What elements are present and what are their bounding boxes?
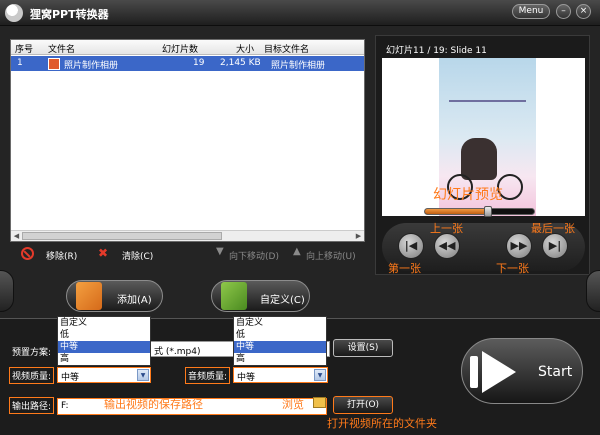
file-list[interactable]: 序号 文件名 幻灯片数 大小 目标文件名 1 照片制作相册 19 2,145 K… — [10, 39, 365, 242]
close-button[interactable]: × — [576, 4, 591, 19]
chevron-down-icon[interactable]: ▼ — [314, 369, 326, 381]
next-slide-button[interactable]: ▶▶ — [506, 233, 532, 259]
custom-button-label: 自定义(C) — [260, 295, 305, 306]
scroll-right-icon[interactable]: ▶ — [353, 231, 364, 241]
menu-button[interactable]: Menu — [512, 4, 550, 19]
browse-button[interactable]: 浏览 — [282, 396, 304, 412]
scroll-left-icon[interactable]: ◀ — [11, 231, 22, 241]
video-quality-value: 中等 — [61, 373, 80, 383]
slide-caption-line — [449, 100, 526, 102]
option-high[interactable]: 高 — [58, 353, 150, 365]
add-button-label: 添加(A) — [117, 295, 152, 306]
annotation-last: 最后一张 — [531, 222, 575, 235]
option-medium[interactable]: 中等 — [58, 341, 150, 353]
row-size: 2,145 KB — [220, 58, 261, 68]
folder-icon[interactable] — [313, 397, 326, 408]
open-folder-button[interactable]: 打开(O) — [333, 396, 393, 414]
remove-icon[interactable] — [21, 247, 34, 260]
move-up-icon: ▲ — [293, 246, 301, 257]
option-custom[interactable]: 自定义 — [234, 317, 326, 329]
output-path-value: F: — [61, 401, 69, 411]
preview-slider-fill — [425, 209, 489, 214]
preset-select-value: 式 (*.mp4) — [154, 347, 201, 357]
annotation-preview: 幻灯片预览 — [433, 187, 503, 203]
annotation-first: 第一张 — [388, 262, 421, 275]
move-down-button[interactable]: 向下移动(D) — [229, 249, 279, 262]
annotation-output-path: 输出视频的保存路径 — [104, 398, 203, 411]
list-toolbar: 移除(R) ✖ 清除(C) ▼ 向下移动(D) ▲ 向上移动(U) — [10, 245, 365, 267]
annotation-open-folder: 打开视频所在的文件夹 — [327, 417, 437, 430]
slide-label: 幻灯片11 / 19: Slide 11 — [386, 46, 487, 56]
annotation-prev: 上一张 — [430, 222, 463, 235]
option-high[interactable]: 高 — [234, 353, 326, 365]
menu-label: Menu — [518, 6, 544, 16]
video-quality-options[interactable]: 自定义 低 中等 高 — [57, 316, 151, 366]
column-header-slides[interactable]: 幻灯片数 — [162, 42, 198, 55]
title-bar: 狸窝PPT转换器 Menu – × — [0, 0, 600, 26]
row-target: 照片制作相册 — [271, 61, 326, 71]
file-list-header: 序号 文件名 幻灯片数 大小 目标文件名 — [11, 40, 364, 55]
video-quality-label: 视频质量: — [9, 367, 55, 384]
ppt-file-icon — [48, 58, 60, 70]
remove-button[interactable]: 移除(R) — [46, 249, 77, 262]
preview-slider-handle[interactable] — [484, 206, 493, 217]
column-header-target[interactable]: 目标文件名 — [264, 42, 309, 55]
scrollbar-thumb[interactable] — [22, 232, 222, 240]
row-index: 1 — [17, 58, 23, 68]
preset-label: 预置方案: — [12, 348, 52, 358]
custom-button[interactable]: 自定义(C) — [211, 280, 310, 312]
option-medium[interactable]: 中等 — [234, 341, 326, 353]
clear-button[interactable]: 清除(C) — [122, 249, 153, 262]
option-custom[interactable]: 自定义 — [58, 317, 150, 329]
right-decor-knob — [586, 270, 600, 312]
left-decor-knob — [0, 270, 14, 312]
video-quality-select[interactable]: 中等 ▼ — [57, 367, 151, 383]
column-header-filename[interactable]: 文件名 — [48, 42, 75, 55]
row-filename: 照片制作相册 — [64, 61, 119, 71]
minimize-button[interactable]: – — [556, 4, 571, 19]
clear-icon[interactable]: ✖ — [98, 246, 108, 260]
last-slide-button[interactable]: ▶| — [542, 233, 568, 259]
start-bar-icon — [470, 356, 478, 388]
horizontal-scrollbar[interactable]: ◀ ▶ — [11, 230, 364, 241]
prev-slide-button[interactable]: ◀◀ — [434, 233, 460, 259]
tools-icon — [221, 282, 247, 310]
start-label: Start — [538, 364, 573, 380]
audio-quality-options[interactable]: 自定义 低 中等 高 — [233, 316, 327, 366]
column-header-size[interactable]: 大小 — [236, 42, 254, 55]
audio-quality-value: 中等 — [237, 373, 256, 383]
app-title: 狸窝PPT转换器 — [30, 8, 109, 21]
audio-quality-label: 音频质量: — [185, 367, 231, 384]
option-low[interactable]: 低 — [58, 329, 150, 341]
preview-panel: 幻灯片11 / 19: Slide 11 |◀ ◀◀ ▶▶ ▶| — [375, 35, 590, 275]
add-file-icon — [76, 282, 102, 310]
preview-slider[interactable] — [424, 206, 535, 217]
column-header-index[interactable]: 序号 — [15, 42, 33, 55]
option-low[interactable]: 低 — [234, 329, 326, 341]
audio-quality-select[interactable]: 中等 ▼ — [233, 367, 328, 383]
app-logo-icon — [5, 4, 23, 22]
first-slide-button[interactable]: |◀ — [398, 233, 424, 259]
app-window: 狸窝PPT转换器 Menu – × 序号 文件名 幻灯片数 大小 目标文件名 1… — [0, 0, 600, 435]
settings-button[interactable]: 设置(S) — [333, 339, 393, 357]
chevron-down-icon[interactable]: ▼ — [137, 369, 149, 381]
add-button[interactable]: 添加(A) — [66, 280, 163, 312]
slide-couple-figure — [461, 138, 497, 180]
move-down-icon: ▼ — [216, 246, 224, 257]
play-arrow-icon — [482, 351, 516, 393]
annotation-next: 下一张 — [496, 262, 529, 275]
start-button[interactable]: Start — [461, 338, 583, 404]
table-row[interactable]: 1 照片制作相册 19 2,145 KB 照片制作相册 — [11, 56, 364, 71]
output-path-label: 输出路径: — [9, 397, 55, 414]
move-up-button[interactable]: 向上移动(U) — [306, 249, 356, 262]
row-slides: 19 — [193, 58, 205, 68]
